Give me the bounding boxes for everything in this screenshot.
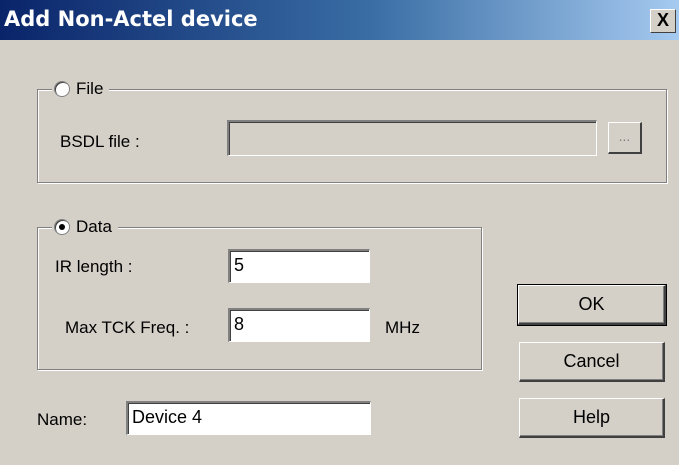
file-radio-label: File (76, 79, 104, 98)
name-label: Name: (37, 410, 88, 429)
data-group: Data IR length : 5 Max TCK Freq. : 8 MHz (37, 215, 482, 370)
file-group: File BSDL file : ... (37, 77, 667, 183)
cancel-button-label: Cancel (563, 351, 620, 371)
help-button[interactable]: Help (519, 398, 665, 438)
file-radio-button[interactable] (54, 81, 70, 97)
ok-button-label: OK (578, 294, 605, 314)
max-tck-input[interactable]: 8 (228, 308, 370, 342)
window-title: Add Non-Actel device (4, 7, 258, 31)
ok-button[interactable]: OK (517, 284, 667, 326)
ir-length-input[interactable]: 5 (228, 249, 370, 283)
data-radio-label: Data (76, 217, 112, 236)
max-tck-label: Max TCK Freq. : (65, 318, 190, 337)
browse-button[interactable]: ... (608, 122, 642, 154)
mhz-unit-label: MHz (385, 318, 420, 337)
file-radio-option[interactable]: File (52, 77, 110, 101)
cancel-button[interactable]: Cancel (519, 342, 665, 382)
ir-length-label: IR length : (55, 257, 133, 276)
close-icon: X (656, 10, 669, 30)
help-button-label: Help (572, 407, 611, 427)
data-radio-button[interactable] (54, 219, 70, 235)
bsdl-file-input[interactable] (227, 120, 597, 156)
name-input[interactable]: Device 4 (126, 401, 371, 435)
title-bar: Add Non-Actel device X (0, 0, 679, 40)
close-button[interactable]: X (650, 9, 676, 33)
bsdl-file-label: BSDL file : (60, 132, 140, 151)
data-radio-option[interactable]: Data (52, 215, 118, 239)
ellipsis-icon: ... (618, 128, 631, 144)
